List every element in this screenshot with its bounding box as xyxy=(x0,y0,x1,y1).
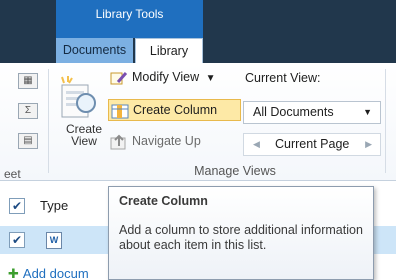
type-column-header[interactable]: Type xyxy=(40,198,68,213)
create-column-label: Create Column xyxy=(133,103,218,117)
add-document-link[interactable]: ✚ Add docum xyxy=(8,266,89,280)
ribbon: ▦ Σ ▤ eet Create View Modify View ▼ Crea… xyxy=(0,63,396,181)
add-document-label: Add docum xyxy=(22,266,89,280)
library-tools-label: Library Tools xyxy=(95,7,164,21)
current-view-label: Current View: xyxy=(245,71,321,85)
calc-icon[interactable]: ▤ xyxy=(18,133,38,149)
top-band: Library Tools Documents Library xyxy=(0,0,396,65)
navigate-up-label: Navigate Up xyxy=(132,134,201,148)
word-document-icon: W xyxy=(46,232,62,249)
sharepoint-ribbon-screen: Library Tools Documents Library ▦ Σ ▤ ee… xyxy=(0,0,396,280)
navigate-up-button[interactable]: Navigate Up xyxy=(110,131,201,153)
chevron-down-icon: ▼ xyxy=(205,73,216,84)
current-page-label: Current Page xyxy=(275,137,350,151)
dropdown-arrow-icon: ▼ xyxy=(363,107,372,117)
previous-page-icon[interactable]: ◀ xyxy=(253,134,260,155)
create-view-label[interactable]: Create View xyxy=(66,123,102,147)
select-all-checkbox[interactable]: ✔ xyxy=(9,198,25,214)
left-group-label: eet xyxy=(4,167,21,181)
create-view-icon[interactable] xyxy=(58,75,100,123)
library-tools-banner: Library Tools xyxy=(56,0,203,38)
tooltip-title: Create Column xyxy=(119,194,208,208)
tooltip-body: Add a column to store additional informa… xyxy=(119,223,363,252)
current-view-value: All Documents xyxy=(253,105,334,119)
sheet-view-icon[interactable]: ▦ xyxy=(18,73,38,89)
modify-view-button[interactable]: Modify View ▼ xyxy=(110,67,216,89)
create-column-icon xyxy=(111,104,129,119)
navigate-up-icon xyxy=(110,134,126,150)
current-page-pager[interactable]: ◀ Current Page ▶ xyxy=(243,133,381,156)
tab-library[interactable]: Library xyxy=(135,38,203,65)
row-checkbox[interactable]: ✔ xyxy=(9,232,25,248)
group-separator xyxy=(48,69,49,173)
tab-documents[interactable]: Documents xyxy=(56,38,133,63)
create-column-tooltip: Create Column Add a column to store addi… xyxy=(108,186,374,280)
next-page-icon[interactable]: ▶ xyxy=(365,134,372,155)
modify-view-icon xyxy=(110,71,128,85)
sum-icon[interactable]: Σ xyxy=(18,103,38,119)
manage-views-group-label: Manage Views xyxy=(194,164,276,178)
create-column-button[interactable]: Create Column xyxy=(108,99,241,121)
modify-view-label: Modify View xyxy=(132,70,200,84)
add-icon: ✚ xyxy=(8,266,19,280)
group-separator xyxy=(385,69,386,173)
current-view-dropdown[interactable]: All Documents ▼ xyxy=(243,101,381,124)
